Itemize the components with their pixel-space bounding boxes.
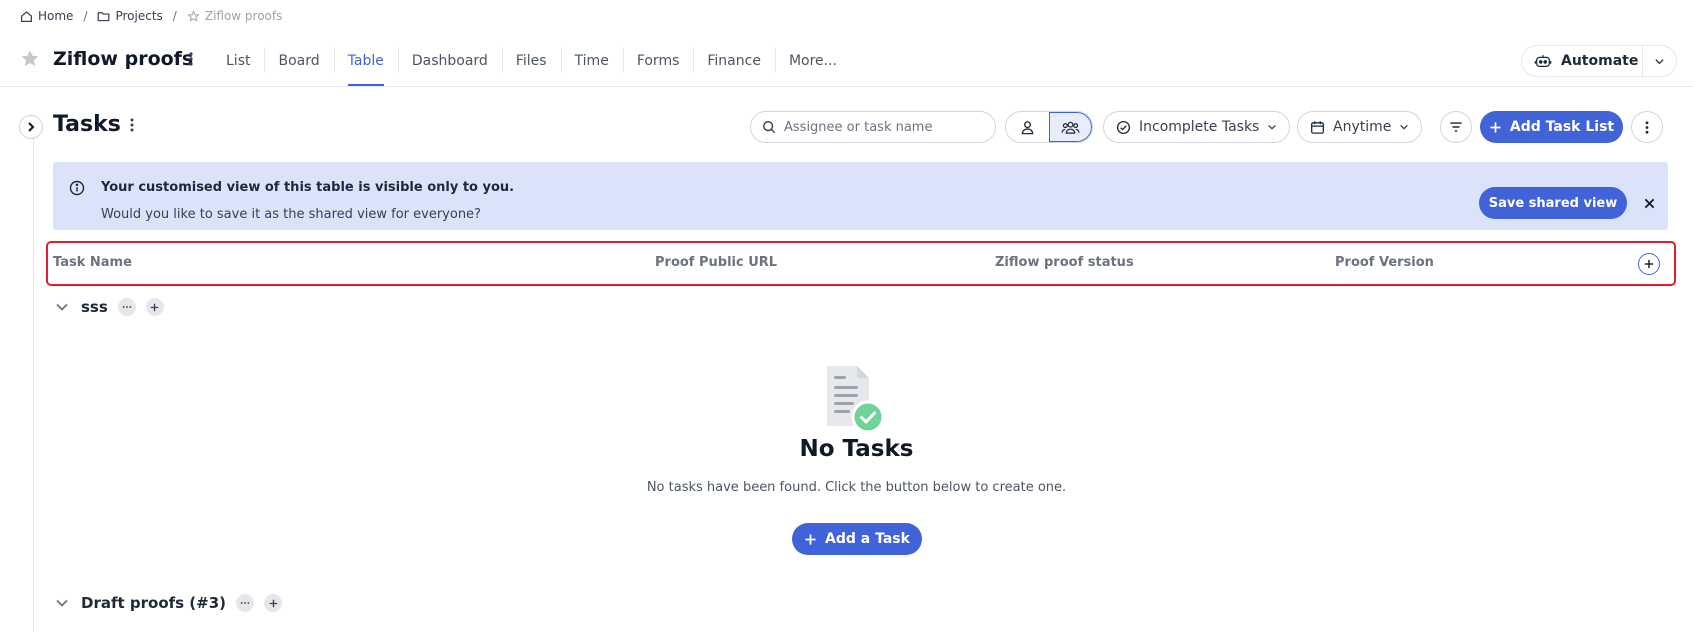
project-title: Ziflow proofs — [53, 48, 194, 70]
close-icon — [1644, 198, 1654, 208]
tasks-menu-icon[interactable] — [124, 117, 140, 137]
breadcrumb: Home / Projects / Ziflow proofs — [0, 0, 282, 32]
chevron-down-icon — [56, 599, 68, 607]
collapse-group-button[interactable] — [53, 298, 71, 316]
my-tasks-button[interactable] — [1006, 112, 1049, 142]
automate-label: Automate — [1561, 53, 1639, 69]
add-task-label: Add a Task — [825, 531, 910, 547]
breadcrumb-current: Ziflow proofs — [187, 9, 283, 23]
ellipsis-icon — [122, 306, 132, 308]
everyone-tasks-button[interactable] — [1049, 112, 1092, 142]
add-task-list-button[interactable]: Add Task List — [1480, 111, 1623, 143]
task-group: sss — [53, 295, 164, 319]
calendar-icon — [1311, 120, 1324, 134]
check-circle-icon — [1116, 120, 1131, 134]
group-options-button[interactable] — [236, 594, 255, 612]
tab-board[interactable]: Board — [264, 35, 333, 87]
project-tabs: List Board Table Dashboard Files Time Fo… — [212, 35, 851, 87]
column-header-proof-public-url[interactable]: Proof Public URL — [655, 255, 777, 270]
tasks-title: Tasks — [53, 112, 121, 137]
chevron-down-icon — [56, 303, 68, 311]
folder-icon — [98, 11, 110, 21]
kebab-icon — [1645, 120, 1649, 134]
chevron-down-icon — [1400, 124, 1409, 130]
empty-document-icon — [827, 366, 885, 434]
plus-icon — [805, 533, 816, 545]
favorite-star-icon[interactable] — [20, 49, 40, 69]
expand-sidebar-button[interactable] — [19, 115, 43, 139]
add-task-button[interactable]: Add a Task — [792, 523, 922, 555]
empty-state-title: No Tasks — [799, 436, 914, 462]
tab-forms[interactable]: Forms — [622, 35, 694, 87]
left-rail-line — [33, 130, 34, 632]
more-options-button[interactable] — [1631, 111, 1663, 143]
tab-more[interactable]: More... — [774, 35, 851, 87]
status-filter-dropdown[interactable]: Incomplete Tasks — [1103, 111, 1291, 143]
breadcrumb-separator: / — [83, 9, 88, 23]
date-filter-dropdown[interactable]: Anytime — [1297, 111, 1423, 143]
column-header-proof-version[interactable]: Proof Version — [1335, 255, 1434, 270]
tab-list[interactable]: List — [212, 35, 264, 87]
ellipsis-icon — [240, 602, 250, 604]
breadcrumb-home[interactable]: Home — [20, 9, 73, 23]
column-header-ziflow-proof-status[interactable]: Ziflow proof status — [995, 255, 1134, 270]
person-icon — [1021, 120, 1034, 134]
add-task-list-label: Add Task List — [1509, 119, 1615, 135]
task-group: Draft proofs (#3) — [53, 591, 283, 615]
group-name: sss — [81, 298, 108, 316]
automate-button[interactable]: Automate — [1522, 46, 1642, 76]
group-name: Draft proofs (#3) — [81, 594, 227, 612]
breadcrumb-projects-label: Projects — [115, 9, 163, 23]
empty-state-description: No tasks have been found. Click the butt… — [646, 480, 1067, 495]
tab-table[interactable]: Table — [333, 35, 398, 87]
breadcrumb-current-label: Ziflow proofs — [204, 9, 283, 23]
automate-control: Automate — [1521, 45, 1677, 77]
group-add-task-button[interactable] — [145, 298, 164, 316]
banner-title: Your customised view of this table is vi… — [101, 180, 515, 195]
status-filter-label: Incomplete Tasks — [1139, 119, 1260, 135]
task-search — [750, 111, 996, 143]
banner-message: Would you like to save it as the shared … — [101, 207, 481, 222]
people-icon — [1061, 121, 1080, 134]
collapse-group-button[interactable] — [53, 594, 71, 612]
tab-dashboard[interactable]: Dashboard — [397, 35, 502, 87]
group-options-button[interactable] — [117, 298, 136, 316]
chevron-down-icon — [1655, 58, 1664, 64]
shared-view-banner: Your customised view of this table is vi… — [53, 162, 1668, 230]
table-header-row: Task Name Proof Public URL Ziflow proof … — [46, 241, 1676, 286]
robot-icon — [1534, 55, 1552, 68]
info-icon — [69, 180, 85, 196]
project-menu-icon[interactable] — [183, 51, 199, 71]
search-input[interactable] — [784, 119, 984, 135]
chevron-right-icon — [28, 122, 35, 132]
plus-icon — [269, 599, 277, 607]
plus-icon — [151, 303, 159, 311]
add-column-button[interactable] — [1638, 253, 1660, 275]
date-filter-label: Anytime — [1333, 119, 1392, 135]
tab-finance[interactable]: Finance — [693, 35, 775, 87]
assignee-view-toggle — [1005, 111, 1093, 143]
chevron-down-icon — [1268, 124, 1277, 130]
automate-dropdown-button[interactable] — [1642, 46, 1676, 76]
home-icon — [21, 10, 32, 22]
tab-files[interactable]: Files — [501, 35, 561, 87]
group-add-task-button[interactable] — [264, 594, 283, 612]
save-shared-view-button[interactable]: Save shared view — [1479, 187, 1627, 219]
plus-icon — [1644, 259, 1654, 269]
close-banner-button[interactable] — [1639, 193, 1659, 213]
breadcrumb-separator: / — [172, 9, 177, 23]
search-icon — [763, 121, 776, 134]
column-header-task-name[interactable]: Task Name — [53, 255, 132, 270]
star-outline-icon — [187, 9, 200, 22]
plus-icon — [1490, 121, 1501, 133]
filter-button[interactable] — [1440, 111, 1472, 143]
project-header: Ziflow proofs List Board Table Dashboard… — [0, 35, 1693, 87]
tab-time[interactable]: Time — [560, 35, 623, 87]
breadcrumb-home-label: Home — [38, 9, 74, 23]
breadcrumb-projects[interactable]: Projects — [97, 9, 163, 23]
filter-icon — [1450, 122, 1462, 132]
